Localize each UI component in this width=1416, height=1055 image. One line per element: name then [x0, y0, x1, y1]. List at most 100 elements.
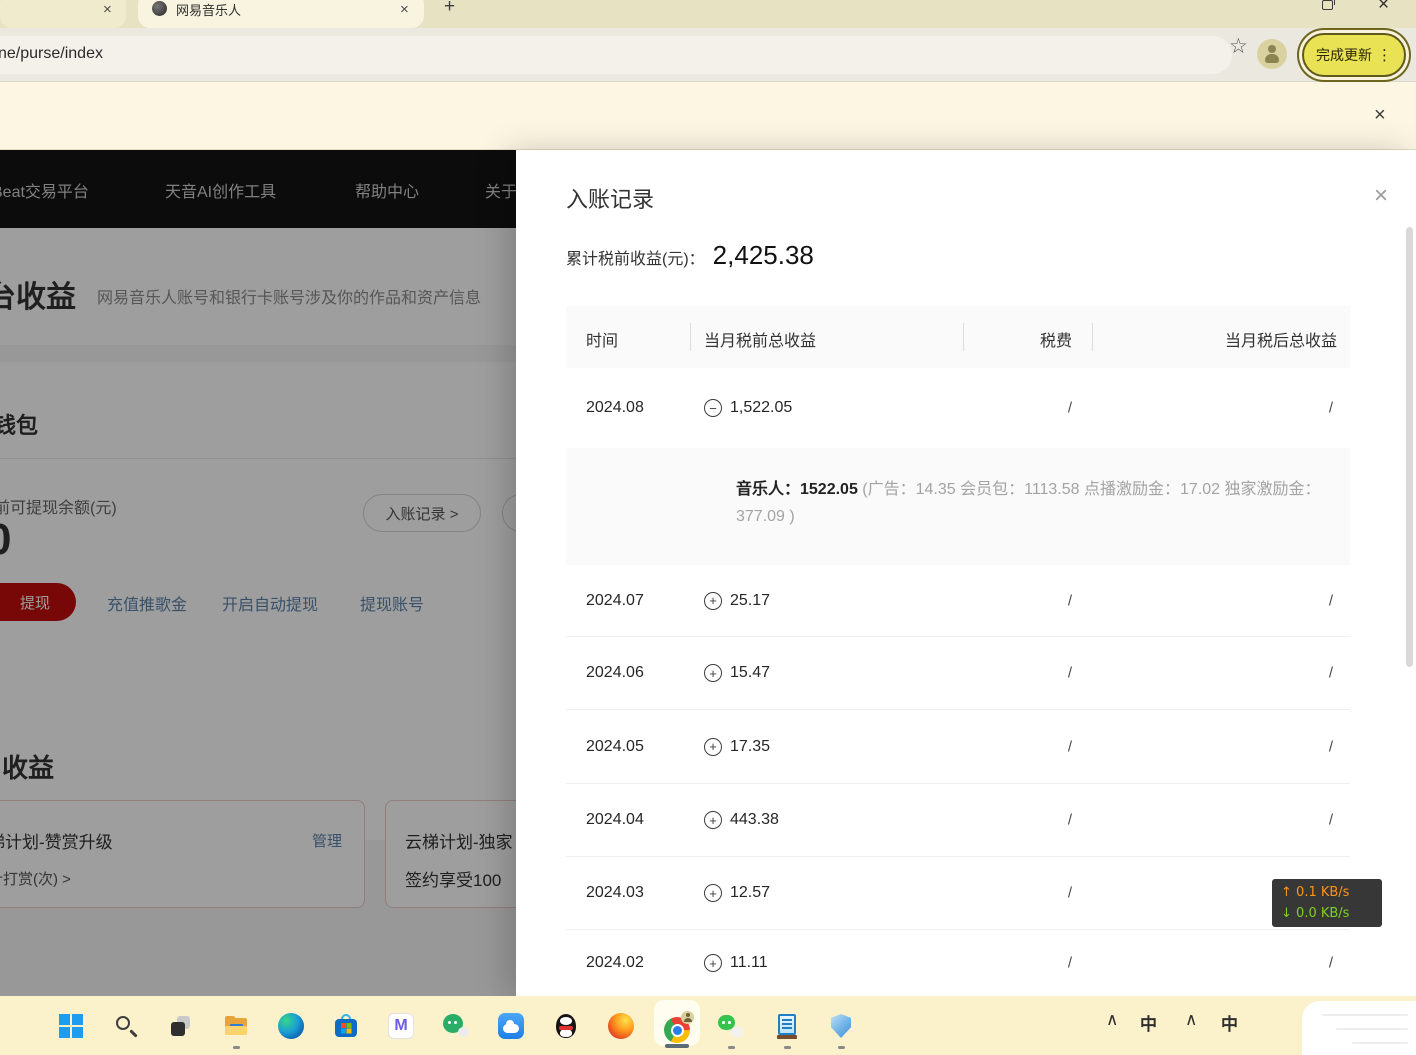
start-button-icon[interactable] [58, 1013, 84, 1039]
table-row: 2024.02 +11.11 / / [566, 930, 1350, 996]
running-indicator [728, 1046, 735, 1049]
header-divider [690, 323, 691, 351]
col-header-month: 时间 [586, 327, 618, 351]
security-shield-icon[interactable] [828, 1013, 854, 1039]
drawer-title: 入账记录 [566, 182, 654, 214]
table-row: 2024.05 +17.35 / / [566, 710, 1350, 784]
row-aftertax: / [1092, 738, 1333, 755]
row-month: 2024.02 [586, 954, 644, 972]
kebab-menu-icon[interactable]: ⋮ [1377, 46, 1392, 64]
detail-main-text: 音乐人：1522.05 [736, 481, 862, 498]
row-month: 2024.04 [586, 811, 644, 829]
expand-plus-icon[interactable]: + [704, 884, 722, 902]
row-amount: 443.38 [730, 811, 779, 829]
table-row: 2024.03 +12.57 / / [566, 857, 1350, 930]
window-restore-button[interactable] [1322, 0, 1333, 10]
search-icon[interactable] [113, 1013, 139, 1039]
expand-plus-icon[interactable]: + [704, 811, 722, 829]
row-month: 2024.06 [586, 664, 644, 682]
row-amount: 15.47 [730, 664, 770, 682]
tray-chevron-up-icon[interactable]: ∧ [1106, 1010, 1118, 1030]
collapse-minus-icon[interactable]: − [704, 399, 722, 417]
cumulative-income-summary: 累计税前收益(元)： 2,425.38 [566, 240, 814, 271]
windows-taskbar: M ∧ 中 ∧ 中 [0, 996, 1416, 1055]
expand-plus-icon[interactable]: + [704, 738, 722, 756]
income-records-table: 时间 当月税前总收益 税费 当月税后总收益 2024.08 −1,522.05 … [566, 306, 1350, 996]
qq-icon[interactable] [553, 1013, 579, 1039]
row-tax: / [965, 885, 1072, 902]
row-aftertax: / [1092, 665, 1333, 682]
row-tax: / [965, 592, 1072, 609]
row-amount: 11.11 [730, 954, 768, 972]
row-tax: / [965, 812, 1072, 829]
table-row: 2024.04 +443.38 / / [566, 784, 1350, 857]
table-header-row: 时间 当月税前总收益 税费 当月税后总收益 [566, 306, 1350, 368]
col-header-tax: 税费 [965, 327, 1072, 351]
header-divider [1092, 323, 1093, 351]
bookmark-star-icon[interactable]: ☆ [1229, 34, 1248, 59]
wechat-icon[interactable] [718, 1013, 744, 1039]
active-indicator [665, 1044, 689, 1048]
page-scrollbar[interactable] [1406, 227, 1413, 667]
table-row: 2024.08 −1,522.05 / / [566, 368, 1350, 448]
row-month: 2024.03 [586, 884, 644, 902]
table-row: 2024.06 +15.47 / / [566, 637, 1350, 710]
netease-favicon-icon [152, 1, 167, 16]
cloud-drive-icon[interactable] [498, 1013, 524, 1039]
income-records-drawer: × 入账记录 累计税前收益(元)： 2,425.38 时间 当月税前总收益 税费… [516, 150, 1416, 996]
upload-arrow-icon: ↑ [1281, 885, 1292, 900]
tab-close-icon[interactable]: × [400, 1, 409, 18]
row-tax: / [965, 738, 1072, 755]
browser-tab-strip: × 网易音乐人 × + × [0, 0, 1416, 28]
m-app-icon[interactable]: M [388, 1013, 414, 1039]
download-arrow-icon: ↓ [1281, 906, 1292, 921]
chrome-icon[interactable] [664, 1017, 690, 1043]
col-header-pretax: 当月税前总收益 [704, 327, 816, 351]
drawer-close-icon[interactable]: × [1374, 184, 1388, 208]
wechat-mini-icon[interactable] [443, 1013, 469, 1039]
window-close-button[interactable]: × [1378, 0, 1389, 16]
chrome-update-button[interactable]: 完成更新 ⋮ [1302, 33, 1406, 77]
edge-browser-icon[interactable] [278, 1013, 304, 1039]
address-bar[interactable]: ne/purse/index [0, 36, 1232, 74]
microsoft-store-icon[interactable] [333, 1013, 359, 1039]
row-month: 2024.08 [586, 399, 644, 417]
row-amount: 1,522.05 [730, 399, 792, 417]
ime-language-indicator[interactable]: 中 [1140, 1010, 1157, 1035]
browser-toolbar: ne/purse/index ☆ 完成更新 ⋮ [0, 28, 1416, 82]
running-indicator [233, 1046, 240, 1049]
update-button-label: 完成更新 [1316, 45, 1372, 65]
expand-plus-icon[interactable]: + [704, 592, 722, 610]
row-amount: 12.57 [730, 884, 770, 902]
row-aftertax: / [1092, 400, 1333, 417]
notepad-icon[interactable] [774, 1013, 800, 1039]
row-tax: / [965, 665, 1072, 682]
expand-plus-icon[interactable]: + [704, 954, 722, 972]
running-indicator [838, 1046, 845, 1049]
row-month: 2024.07 [586, 592, 644, 610]
col-header-aftertax: 当月税后总收益 [1092, 327, 1337, 351]
firefox-icon[interactable] [608, 1013, 634, 1039]
row-aftertax: / [1092, 812, 1333, 829]
running-indicator [784, 1046, 791, 1049]
tray-chevron-up-icon[interactable]: ∧ [1185, 1010, 1197, 1030]
browser-infobar: × [0, 82, 1416, 150]
infobar-close-icon[interactable]: × [1374, 104, 1386, 127]
url-text: ne/purse/index [0, 45, 103, 63]
summary-label: 累计税前收益(元)： [566, 245, 705, 269]
file-explorer-icon[interactable] [223, 1013, 249, 1039]
task-view-icon[interactable] [168, 1013, 194, 1039]
row-tax: / [965, 400, 1072, 417]
download-speed: 0.0 KB/s [1296, 906, 1349, 921]
header-divider [963, 323, 964, 351]
row-month: 2024.05 [586, 738, 644, 756]
ime-language-indicator[interactable]: 中 [1221, 1010, 1238, 1035]
profile-avatar[interactable] [1257, 39, 1287, 69]
summary-value: 2,425.38 [713, 240, 814, 271]
table-row: 2024.07 +25.17 / / [566, 565, 1350, 637]
upload-speed: 0.1 KB/s [1296, 885, 1349, 900]
new-tab-button[interactable]: + [444, 0, 455, 18]
row-aftertax: / [1092, 955, 1333, 972]
tab-close-icon[interactable]: × [103, 1, 112, 18]
expand-plus-icon[interactable]: + [704, 664, 722, 682]
